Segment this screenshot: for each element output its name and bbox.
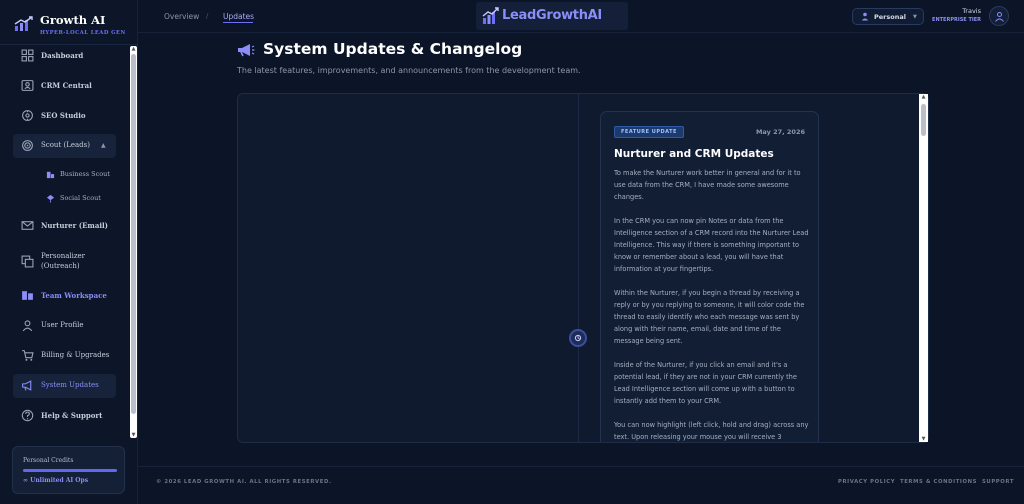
user-name: Travis: [962, 7, 981, 15]
sidebar-item-label: Personalizer (Outreach): [41, 252, 86, 270]
sidebar-scrollbar[interactable]: ▲ ▼: [130, 46, 137, 438]
workspace-select-value: Personal: [874, 13, 906, 21]
sidebar-item-system-updates[interactable]: System Updates: [13, 374, 116, 398]
footer-copyright: © 2026 LEAD GROWTH AI. ALL RIGHTS RESERV…: [156, 479, 332, 485]
breadcrumb-overview[interactable]: Overview: [164, 12, 199, 21]
changelog-panel: FEATURE UPDATE May 27, 2026 Nurturer and…: [237, 93, 929, 443]
sidebar-item-user-profile[interactable]: User Profile: [13, 314, 116, 338]
avatar[interactable]: [989, 6, 1009, 26]
sidebar-item-label: Dashboard: [41, 51, 84, 60]
breadcrumb-active-underline: [223, 22, 253, 23]
user-icon: [995, 12, 1004, 22]
update-type-badge: FEATURE UPDATE: [614, 126, 684, 138]
sidebar: Growth AI HYPER-LOCAL LEAD GEN Dashboard…: [0, 0, 138, 504]
breadcrumb-separator: /: [206, 12, 209, 20]
credits-progress-fill: [23, 469, 117, 472]
update-paragraph: To make the Nurturer work better in gene…: [614, 169, 801, 201]
update-date: May 27, 2026: [755, 128, 805, 136]
changelog-scrollbar-thumb[interactable]: [921, 104, 926, 136]
user-icon: [861, 12, 869, 21]
changelog-scrollbar[interactable]: ▲ ▼: [919, 94, 928, 442]
breadcrumb-updates[interactable]: Updates: [223, 12, 254, 21]
megaphone-icon: [22, 380, 32, 391]
chevron-down-icon: ▼: [913, 14, 917, 20]
social-icon: [46, 194, 55, 203]
update-paragraph: Inside of the Nurturer, if you click an …: [614, 361, 797, 405]
update-body: To make the Nurturer work better in gene…: [614, 167, 810, 442]
sidebar-item-nurturer-email[interactable]: Nurturer (Email): [13, 214, 116, 238]
update-paragraph: You can now highlight (left click, hold …: [614, 421, 809, 441]
sidebar-item-label: Team Workspace: [41, 291, 107, 300]
user-icon: [22, 320, 33, 332]
credits-subtitle: ∞ Unlimited AI Ops: [23, 477, 89, 484]
copy-icon: [21, 255, 34, 268]
sidebar-item-dashboard[interactable]: Dashboard: [13, 44, 116, 68]
scroll-down-arrow-icon[interactable]: ▼: [919, 436, 928, 442]
growth-chart-logo-icon: [14, 16, 33, 31]
sidebar-item-label: User Profile: [41, 321, 84, 329]
megaphone-icon: [238, 44, 255, 57]
timeline-node: [569, 329, 587, 347]
sidebar-item-scout-leads[interactable]: Scout (Leads) ▲: [13, 134, 116, 158]
sidebar-item-label: Billing & Upgrades: [41, 351, 110, 359]
update-paragraph: In the CRM you can now pin Notes or data…: [614, 217, 809, 273]
sidebar-item-personalizer[interactable]: Personalizer (Outreach): [13, 248, 116, 276]
top-bar: Overview / Updates LeadGrowthAI Personal…: [138, 0, 1024, 33]
sidebar-scrollbar-thumb[interactable]: [131, 54, 136, 414]
footer-link-terms[interactable]: TERMS & CONDITIONS: [900, 479, 977, 485]
top-logo-text: LeadGrowthAI: [502, 8, 602, 23]
sidebar-item-crm-central[interactable]: CRM Central: [13, 74, 116, 98]
credits-progress-bar: [23, 469, 117, 472]
target-icon: [22, 140, 33, 151]
page-title: System Updates & Changelog: [263, 40, 523, 58]
chevron-up-icon[interactable]: ▲: [101, 142, 106, 149]
sidebar-item-seo-studio[interactable]: SEO Studio: [13, 104, 116, 128]
update-card: FEATURE UPDATE May 27, 2026 Nurturer and…: [600, 111, 819, 442]
contact-card-icon: [21, 80, 34, 91]
sidebar-subitem-label: Social Scout: [60, 194, 101, 202]
sidebar-item-label: CRM Central: [41, 81, 92, 90]
footer-link-privacy[interactable]: PRIVACY POLICY: [838, 479, 895, 485]
scroll-up-arrow-icon[interactable]: ▲: [130, 46, 137, 52]
scroll-up-arrow-icon[interactable]: ▲: [919, 94, 928, 100]
sparkle-icon: [574, 334, 582, 342]
brand-tagline: HYPER-LOCAL LEAD GEN: [40, 30, 126, 36]
update-title: Nurturer and CRM Updates: [614, 148, 774, 160]
grid-icon: [21, 49, 34, 62]
sidebar-item-label: SEO Studio: [41, 111, 86, 120]
mail-icon: [21, 221, 34, 230]
growth-chart-logo-icon: [482, 7, 499, 24]
timeline-line: [578, 94, 579, 442]
page-subtitle: The latest features, improvements, and a…: [237, 66, 581, 75]
sidebar-subitem-label: Business Scout: [60, 170, 110, 178]
team-icon: [22, 291, 33, 300]
globe-icon: [22, 110, 33, 121]
sidebar-item-label: System Updates: [41, 381, 99, 389]
update-paragraph: Within the Nurturer, if you begin a thre…: [614, 289, 805, 345]
user-tier-badge: ENTERPRISE TIER: [932, 17, 981, 23]
cart-icon: [22, 350, 34, 361]
personal-credits-card: Personal Credits ∞ Unlimited AI Ops: [12, 446, 125, 494]
brand-name: Growth AI: [40, 13, 106, 27]
sidebar-item-label: Help & Support: [41, 411, 103, 420]
sidebar-item-help-support[interactable]: Help & Support: [13, 404, 116, 428]
sidebar-item-label: Scout (Leads): [41, 141, 90, 149]
top-logo[interactable]: LeadGrowthAI: [476, 2, 628, 30]
help-icon: [21, 409, 34, 422]
building-icon: [46, 171, 55, 179]
brand[interactable]: Growth AI HYPER-LOCAL LEAD GEN: [12, 10, 132, 44]
footer-link-support[interactable]: SUPPORT: [982, 479, 1014, 485]
sidebar-item-label: Nurturer (Email): [41, 221, 108, 230]
scroll-down-arrow-icon[interactable]: ▼: [130, 432, 137, 438]
sidebar-item-billing[interactable]: Billing & Upgrades: [13, 344, 116, 368]
footer-divider: [138, 466, 1024, 467]
sidebar-item-team-workspace[interactable]: Team Workspace: [13, 284, 116, 308]
credits-title: Personal Credits: [23, 457, 74, 464]
workspace-select[interactable]: Personal ▼: [852, 8, 924, 25]
